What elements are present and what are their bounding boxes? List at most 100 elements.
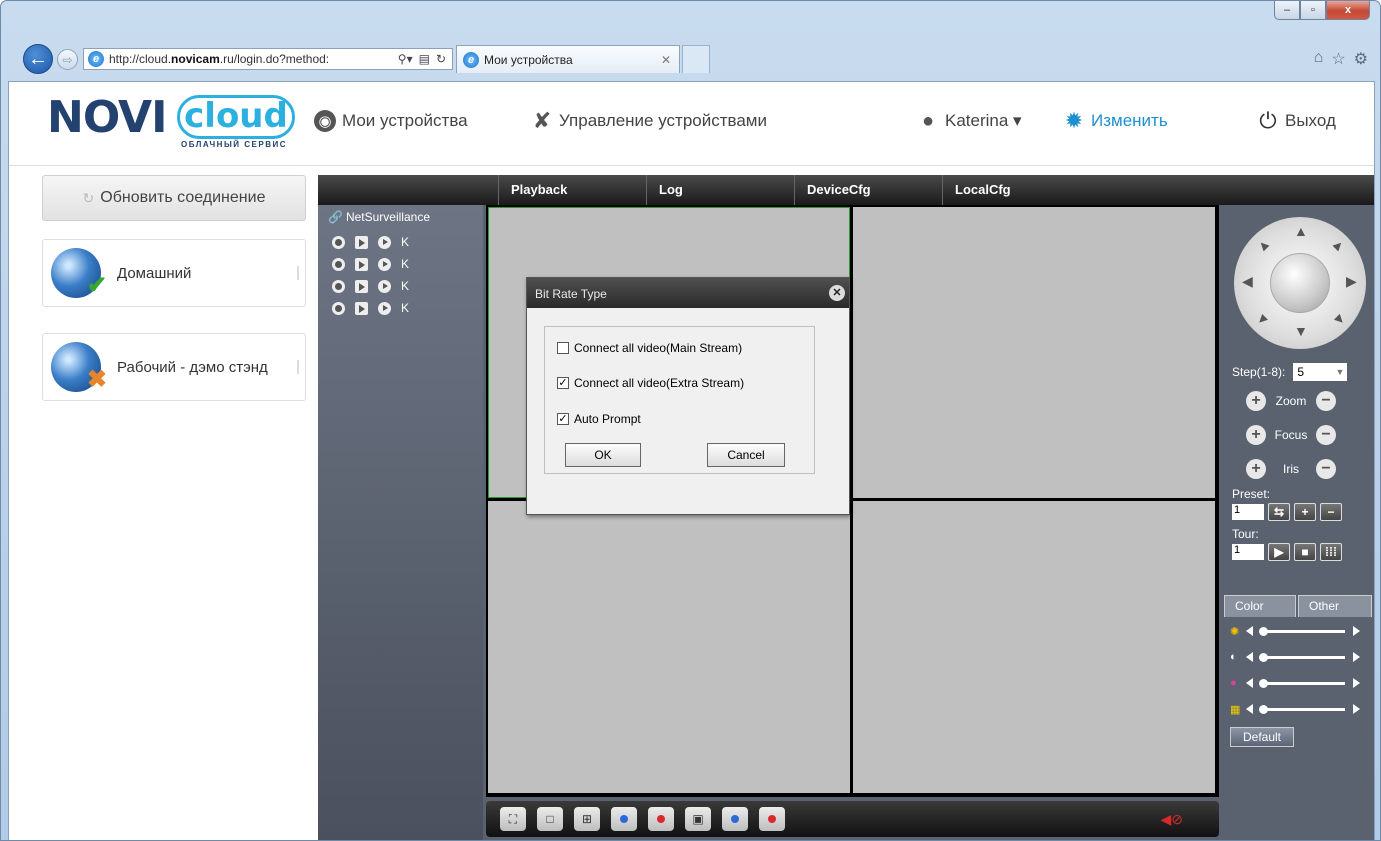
ptz-down-icon[interactable]: ▼ bbox=[1294, 323, 1308, 339]
dialog-titlebar[interactable]: Bit Rate Type ✕ bbox=[527, 278, 849, 308]
decrease-contrast-button[interactable] bbox=[1246, 652, 1253, 662]
ptz-down-left-icon[interactable]: ▼ bbox=[1252, 308, 1273, 329]
ptz-left-icon[interactable]: ◀ bbox=[1242, 273, 1253, 290]
mute-button[interactable]: ◀⊘ bbox=[1160, 811, 1183, 828]
focus-out-button[interactable]: − bbox=[1316, 425, 1336, 445]
close-all-button[interactable] bbox=[648, 807, 674, 831]
gear-icon[interactable]: ⚙ bbox=[1354, 49, 1368, 69]
tab-other[interactable]: Other bbox=[1298, 595, 1372, 617]
fullscreen-button[interactable]: ⛶ bbox=[500, 807, 526, 831]
back-button[interactable]: ← bbox=[23, 44, 53, 74]
tab-playback[interactable]: Playback bbox=[498, 175, 646, 205]
increase-brightness-button[interactable] bbox=[1353, 626, 1360, 636]
channel-row[interactable]: K bbox=[332, 279, 409, 293]
decrease-brightness-button[interactable] bbox=[1246, 626, 1253, 636]
main-stream-checkbox[interactable] bbox=[557, 342, 569, 354]
stream-icon[interactable] bbox=[378, 279, 391, 293]
brightness-slider[interactable] bbox=[1259, 626, 1345, 636]
increase-saturation-button[interactable] bbox=[1353, 678, 1360, 688]
iris-open-button[interactable]: + bbox=[1246, 459, 1266, 479]
address-url[interactable]: http://cloud.novicam.ru/login.do?method: bbox=[109, 52, 349, 66]
play-icon[interactable] bbox=[355, 235, 368, 249]
compat-icon[interactable]: ▤ bbox=[419, 52, 430, 66]
drag-handle[interactable] bbox=[297, 266, 299, 280]
tour-grid-button[interactable]: ⁞⁞⁞ bbox=[1320, 543, 1342, 561]
record-icon[interactable] bbox=[332, 257, 345, 271]
refresh-connection-button[interactable]: ↻ Обновить соединение bbox=[42, 175, 306, 221]
extra-stream-checkbox[interactable]: ✓ bbox=[557, 377, 569, 389]
tour-play-button[interactable]: ▶ bbox=[1268, 543, 1290, 561]
cancel-button[interactable]: Cancel bbox=[707, 443, 785, 467]
tab-color[interactable]: Color bbox=[1224, 595, 1296, 617]
channel-row[interactable]: K bbox=[332, 235, 409, 249]
option-main-stream[interactable]: Connect all video(Main Stream) bbox=[557, 341, 742, 355]
ok-button[interactable]: OK bbox=[565, 443, 641, 467]
close-window-button[interactable]: x bbox=[1326, 1, 1370, 20]
address-bar[interactable]: e http://cloud.novicam.ru/login.do?metho… bbox=[83, 48, 453, 70]
tab-devicecfg[interactable]: DeviceCfg bbox=[794, 175, 942, 205]
play-icon[interactable] bbox=[355, 279, 368, 293]
minimize-button[interactable]: – bbox=[1274, 1, 1300, 20]
decrease-hue-button[interactable] bbox=[1246, 704, 1253, 714]
ptz-down-right-icon[interactable]: ▼ bbox=[1328, 308, 1349, 329]
ptz-up-right-icon[interactable]: ▲ bbox=[1328, 234, 1349, 255]
user-menu[interactable]: ● Katerina ▾ bbox=[917, 110, 1022, 132]
home-icon[interactable]: ⌂ bbox=[1314, 49, 1324, 69]
nav-my-devices[interactable]: ◉ Мои устройства bbox=[314, 110, 468, 132]
zoom-in-button[interactable]: + bbox=[1246, 391, 1266, 411]
video-cell-3[interactable] bbox=[488, 501, 850, 793]
single-view-button[interactable]: □ bbox=[537, 807, 563, 831]
nav-device-management[interactable]: ✘ Управление устройствами bbox=[531, 108, 767, 133]
increase-hue-button[interactable] bbox=[1353, 704, 1360, 714]
preset-add-button[interactable]: + bbox=[1294, 503, 1316, 521]
forward-button[interactable]: ⇨ bbox=[57, 49, 78, 70]
option-extra-stream[interactable]: ✓ Connect all video(Extra Stream) bbox=[557, 376, 744, 390]
open-all-button[interactable] bbox=[611, 807, 637, 831]
record-icon[interactable] bbox=[332, 279, 345, 293]
quad-view-button[interactable]: ⊞ bbox=[574, 807, 600, 831]
stream-icon[interactable] bbox=[378, 235, 391, 249]
decrease-saturation-button[interactable] bbox=[1246, 678, 1253, 688]
play-icon[interactable] bbox=[355, 301, 368, 315]
slider-thumb[interactable] bbox=[1259, 652, 1268, 662]
tree-root[interactable]: 🔗 NetSurveillance bbox=[328, 210, 430, 224]
iris-close-button[interactable]: − bbox=[1316, 459, 1336, 479]
logout-link[interactable]: ⏻ Выход bbox=[1257, 108, 1336, 133]
maximize-button[interactable]: ▫ bbox=[1300, 1, 1326, 20]
preset-input[interactable]: 1 bbox=[1232, 504, 1264, 520]
ptz-up-left-icon[interactable]: ▲ bbox=[1252, 234, 1273, 255]
start-record-button[interactable] bbox=[722, 807, 748, 831]
video-cell-4[interactable] bbox=[853, 501, 1215, 793]
channel-row[interactable]: K bbox=[332, 301, 409, 315]
stop-record-button[interactable] bbox=[759, 807, 785, 831]
slider-thumb[interactable] bbox=[1259, 678, 1268, 688]
tab-close-icon[interactable]: ✕ bbox=[661, 53, 671, 67]
preset-goto-button[interactable]: ⇆ bbox=[1268, 503, 1290, 521]
option-auto-prompt[interactable]: ✓ Auto Prompt bbox=[557, 412, 641, 426]
stream-icon[interactable] bbox=[378, 301, 391, 315]
increase-contrast-button[interactable] bbox=[1353, 652, 1360, 662]
hue-slider[interactable] bbox=[1259, 704, 1345, 714]
slider-thumb[interactable] bbox=[1259, 704, 1268, 714]
ptz-center-knob[interactable] bbox=[1270, 253, 1330, 313]
tab-localcfg[interactable]: LocalCfg bbox=[942, 175, 1090, 205]
slider-thumb[interactable] bbox=[1259, 626, 1268, 636]
drag-handle[interactable] bbox=[297, 360, 299, 374]
ptz-right-icon[interactable]: ▶ bbox=[1346, 273, 1357, 290]
saturation-slider[interactable] bbox=[1259, 678, 1345, 688]
auto-prompt-checkbox[interactable]: ✓ bbox=[557, 413, 569, 425]
tour-stop-button[interactable]: ■ bbox=[1294, 543, 1316, 561]
ptz-joystick[interactable]: ▲ ▼ ◀ ▶ ▲ ▲ ▼ ▼ bbox=[1234, 217, 1366, 349]
device-item-work[interactable]: ✖ Рабочий - дэмо стэнд bbox=[42, 333, 306, 401]
search-icon[interactable]: ⚲▾ bbox=[398, 52, 413, 66]
record-icon[interactable] bbox=[332, 235, 345, 249]
video-cell-2[interactable] bbox=[853, 207, 1215, 498]
tab-log[interactable]: Log bbox=[646, 175, 794, 205]
preset-remove-button[interactable]: − bbox=[1320, 503, 1342, 521]
star-icon[interactable]: ☆ bbox=[1331, 49, 1345, 69]
stream-icon[interactable] bbox=[378, 257, 391, 271]
device-item-home[interactable]: ✔ Домашний bbox=[42, 239, 306, 307]
channel-row[interactable]: K bbox=[332, 257, 409, 271]
play-icon[interactable] bbox=[355, 257, 368, 271]
default-button[interactable]: Default bbox=[1230, 727, 1294, 747]
